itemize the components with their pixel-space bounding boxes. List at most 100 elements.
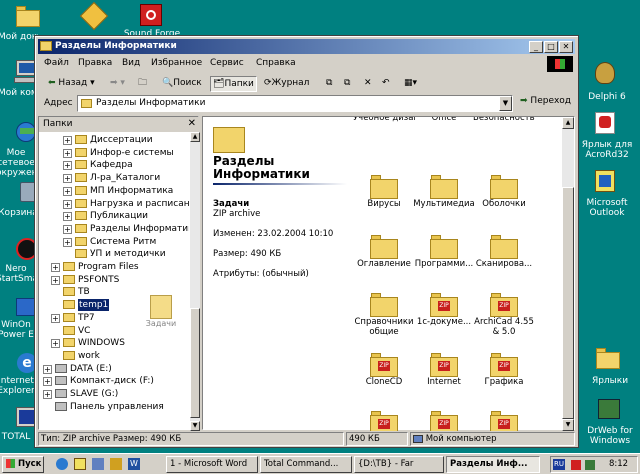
file-item[interactable]: Вирусы bbox=[353, 175, 415, 209]
views-icon[interactable]: ▦▾ bbox=[404, 76, 417, 92]
acrord-icon[interactable] bbox=[592, 112, 618, 136]
zip-badge-icon: ZIP bbox=[498, 419, 510, 429]
close-pane-icon[interactable]: ✕ bbox=[188, 118, 196, 129]
scroll-thumb[interactable] bbox=[190, 308, 200, 418]
expand-icon[interactable]: + bbox=[63, 237, 72, 247]
outlook-quick-icon[interactable] bbox=[74, 458, 86, 470]
file-item[interactable]: Программи... bbox=[413, 235, 475, 269]
delphi-icon[interactable] bbox=[592, 62, 618, 86]
file-label-partial[interactable]: Безопасность ПК bbox=[473, 117, 535, 123]
task-explorer[interactable]: Разделы Инф... bbox=[446, 456, 540, 473]
menu-view[interactable]: Вид bbox=[122, 58, 140, 68]
tree-item-label: МП Информатика bbox=[90, 185, 174, 196]
move-to-icon[interactable]: ⧉ bbox=[326, 76, 332, 92]
file-item[interactable]: ZIP 1с-докуме... bbox=[413, 293, 475, 327]
expand-icon[interactable]: + bbox=[43, 377, 52, 387]
start-button[interactable]: Пуск bbox=[2, 456, 44, 473]
drweb-label: DrWeb for Windows bbox=[587, 426, 633, 446]
lang-indicator[interactable]: RU bbox=[553, 459, 565, 470]
folder-icon bbox=[75, 160, 87, 170]
file-item[interactable]: Оболочки bbox=[473, 175, 535, 209]
ie-quick-icon[interactable] bbox=[56, 458, 68, 470]
undo-icon[interactable]: ↶ bbox=[382, 76, 390, 92]
task-far[interactable]: {D:\TB} - Far bbox=[354, 456, 444, 473]
back-button[interactable]: ⬅ Назад ▾ bbox=[48, 76, 95, 92]
desktop-quick-icon[interactable] bbox=[92, 458, 104, 470]
task-total-commander[interactable]: Total Command... bbox=[260, 456, 352, 473]
zip-badge-icon: ZIP bbox=[438, 419, 450, 429]
menu-edit[interactable]: Правка bbox=[78, 58, 112, 68]
file-item[interactable]: Мультимедиа bbox=[413, 175, 475, 209]
file-item[interactable]: ZIP Internet bbox=[413, 353, 475, 387]
go-label: Переход bbox=[530, 96, 572, 106]
file-item[interactable]: ZIPтелекомму... bbox=[473, 411, 535, 431]
clock[interactable]: 8:12 bbox=[609, 459, 628, 469]
task-word[interactable]: 1 - Microsoft Word bbox=[166, 456, 258, 473]
file-item[interactable]: ZIP CloneCD bbox=[353, 353, 415, 387]
my-documents-icon[interactable] bbox=[16, 4, 42, 28]
content-scrollbar[interactable]: ▲ ▼ bbox=[562, 117, 574, 431]
tree-item-label: Нагрузка и расписание bbox=[90, 198, 189, 209]
expand-icon[interactable]: + bbox=[43, 364, 52, 374]
expand-icon[interactable]: + bbox=[63, 224, 72, 234]
maximize-button[interactable]: □ bbox=[544, 41, 558, 53]
history-button[interactable]: ⟳Журнал bbox=[264, 76, 309, 92]
word-quick-icon[interactable]: W bbox=[128, 458, 140, 470]
expand-icon[interactable]: + bbox=[63, 174, 72, 184]
tree-item-label: Инфор-е системы bbox=[90, 147, 174, 158]
shortcuts-icon[interactable] bbox=[596, 346, 622, 370]
drweb-icon[interactable] bbox=[596, 398, 622, 422]
pencil-app-icon[interactable] bbox=[79, 1, 109, 31]
windows-flag-icon bbox=[6, 459, 15, 468]
go-button[interactable]: ➡ Переход bbox=[520, 96, 571, 106]
forward-button[interactable]: ➡ ▾ bbox=[110, 76, 125, 92]
expand-icon[interactable]: + bbox=[63, 212, 72, 222]
app-quick-icon[interactable] bbox=[110, 458, 122, 470]
address-input[interactable]: Разделы Информатики ▼ bbox=[77, 95, 513, 112]
scroll-down-button[interactable]: ▼ bbox=[190, 421, 200, 431]
scroll-up-button[interactable]: ▲ bbox=[562, 117, 574, 129]
folder-icon bbox=[75, 249, 87, 259]
expand-icon[interactable]: + bbox=[63, 148, 72, 158]
expand-icon[interactable]: + bbox=[63, 161, 72, 171]
scroll-thumb[interactable] bbox=[562, 187, 574, 419]
file-label-partial[interactable]: Office bbox=[413, 117, 475, 123]
menu-tools[interactable]: Сервис bbox=[210, 58, 244, 68]
close-button[interactable]: ✕ bbox=[559, 41, 573, 53]
expand-icon[interactable]: + bbox=[51, 275, 60, 285]
menu-favorites[interactable]: Избранное bbox=[151, 58, 202, 68]
tray-icon-1[interactable] bbox=[571, 460, 581, 470]
file-item[interactable]: Сканирова... bbox=[473, 235, 535, 269]
up-folder-button[interactable]: 🗀 bbox=[138, 76, 147, 92]
tree-scrollbar[interactable]: ▲ ▼ bbox=[190, 132, 200, 431]
outlook-icon[interactable] bbox=[592, 170, 618, 194]
scroll-up-button[interactable]: ▲ bbox=[190, 132, 200, 142]
expand-icon[interactable]: + bbox=[51, 263, 60, 272]
file-item[interactable]: ZIP ArchiCad 4.55 & 5.0 bbox=[473, 293, 535, 337]
file-item[interactable]: ZIPКонфигура... bbox=[413, 411, 475, 431]
minimize-button[interactable]: _ bbox=[529, 41, 543, 53]
delete-icon[interactable]: ✕ bbox=[364, 76, 372, 92]
menu-help[interactable]: Справка bbox=[256, 58, 296, 68]
menu-file[interactable]: Файл bbox=[44, 58, 69, 68]
expand-icon[interactable]: + bbox=[63, 136, 72, 145]
file-item[interactable]: Справочники общие bbox=[353, 293, 415, 337]
expand-icon[interactable]: + bbox=[63, 186, 72, 196]
search-button[interactable]: 🔍Поиск bbox=[162, 76, 202, 92]
file-item[interactable]: ZIP Графика bbox=[473, 353, 535, 387]
sound-forge-icon[interactable] bbox=[138, 4, 164, 28]
file-item[interactable]: Оглавление bbox=[353, 235, 415, 269]
file-label-partial[interactable]: Учебное дизайн bbox=[353, 117, 415, 123]
expand-icon[interactable]: + bbox=[43, 390, 52, 399]
address-dropdown-button[interactable]: ▼ bbox=[499, 96, 512, 111]
title-bar[interactable]: Разделы Информатики _ □ ✕ bbox=[38, 39, 575, 54]
expand-icon[interactable]: + bbox=[51, 339, 60, 349]
scroll-down-button[interactable]: ▼ bbox=[562, 419, 574, 431]
tray-icon-2[interactable] bbox=[585, 460, 595, 470]
file-item[interactable]: ZIPЗадачи bbox=[353, 411, 415, 431]
folders-button[interactable]: 🗂Папки bbox=[210, 76, 257, 92]
winon-label: WinOn Power E bbox=[0, 320, 34, 340]
expand-icon[interactable]: + bbox=[51, 313, 60, 323]
expand-icon[interactable]: + bbox=[63, 199, 72, 209]
copy-to-icon[interactable]: ⧉ bbox=[344, 76, 350, 92]
